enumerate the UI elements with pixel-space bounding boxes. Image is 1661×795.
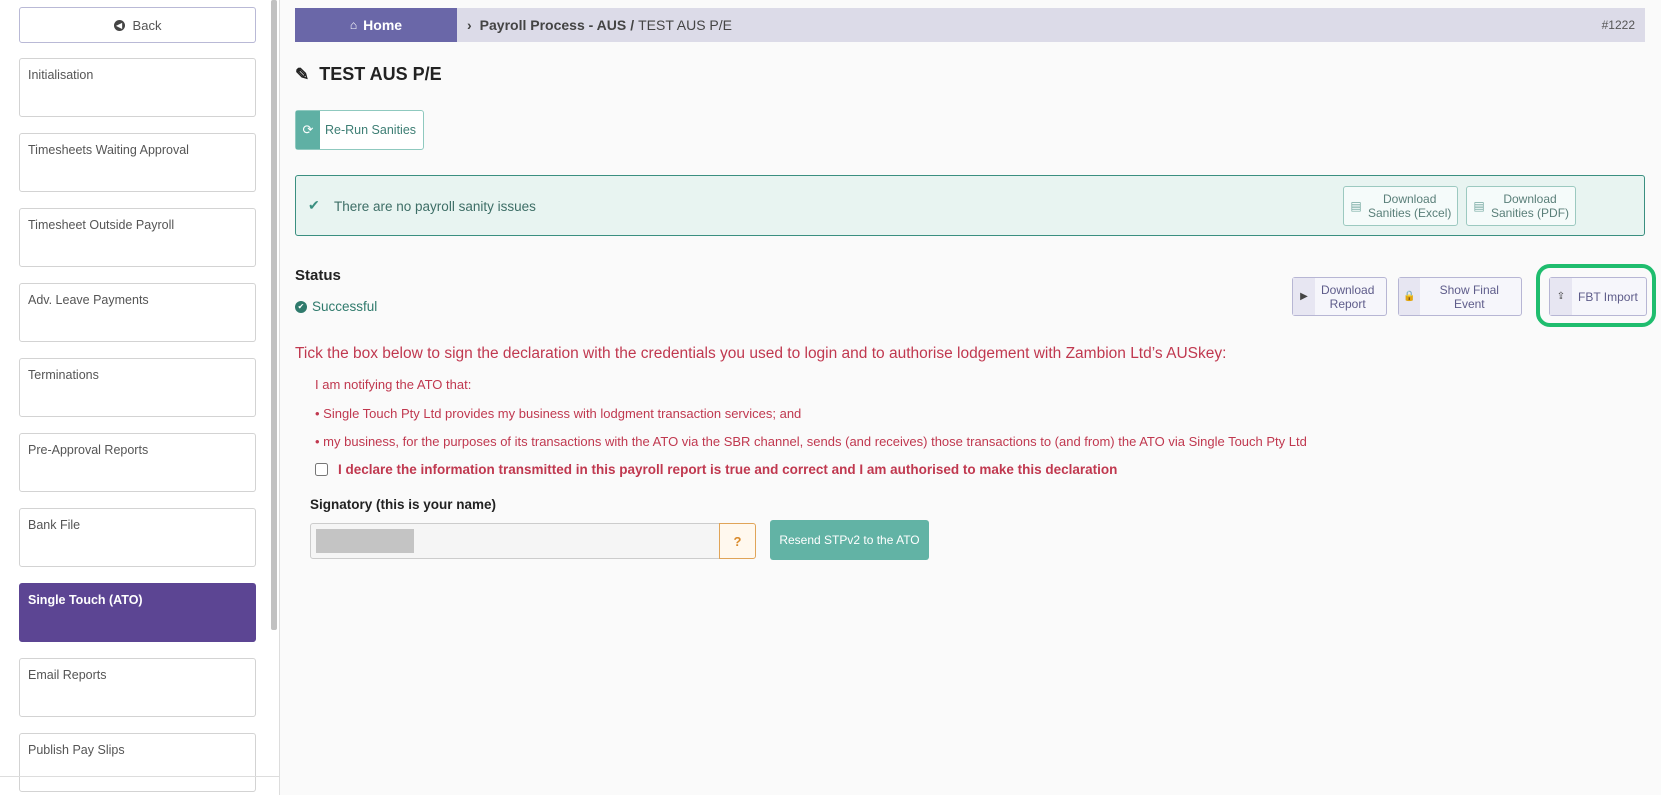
sidebar-item-label: Timesheet Outside Payroll — [28, 218, 175, 232]
breadcrumb-current: TEST AUS P/E — [638, 17, 732, 33]
sidebar-item-label: Adv. Leave Payments — [28, 293, 149, 307]
sidebar-item-timesheets-waiting-approval[interactable]: Timesheets Waiting Approval — [19, 133, 256, 192]
home-icon: ⌂ — [349, 18, 358, 32]
status-text: Successful — [312, 299, 378, 314]
sidebar-item-initialisation[interactable]: Initialisation — [19, 58, 256, 117]
home-label: Home — [363, 17, 403, 33]
sidebar-item-label: Bank File — [28, 518, 81, 532]
declaration-line-3: • my business, for the purposes of its t… — [315, 434, 1307, 449]
sanity-message: There are no payroll sanity issues — [334, 199, 536, 214]
pdf-line2: Sanities (PDF) — [1491, 206, 1570, 220]
show-final-event-button[interactable]: 🔒 Show Final Event — [1398, 277, 1522, 316]
declaration-line-1: I am notifying the ATO that: — [315, 377, 472, 392]
declaration-checkbox[interactable] — [315, 463, 328, 476]
download-report-button[interactable]: ▶ Download Report — [1292, 277, 1387, 316]
signatory-input[interactable] — [310, 523, 720, 559]
sidebar-item-bank-file[interactable]: Bank File — [19, 508, 256, 567]
breadcrumb: ⌂ Home › Payroll Process - AUS / TEST AU… — [295, 8, 1645, 42]
show-final-event-label: Show Final Event — [1439, 282, 1499, 311]
sidebar-item-timesheet-outside-payroll[interactable]: Timesheet Outside Payroll — [19, 208, 256, 267]
declaration-heading: Tick the box below to sign the declarati… — [295, 345, 1227, 362]
download-report-line1: Download — [1321, 282, 1375, 297]
status-value: ✔ Successful — [295, 299, 377, 314]
download-report-label: Download Report — [1315, 283, 1382, 311]
pdf-file-icon: ▤ — [1473, 199, 1485, 213]
sidebar-item-pre-approval-reports[interactable]: Pre-Approval Reports — [19, 433, 256, 492]
pdf-line1: Download — [1503, 192, 1557, 206]
download-report-line2: Report — [1329, 296, 1366, 311]
sidebar-item-label: Timesheets Waiting Approval — [28, 143, 189, 157]
sidebar-scrollbar[interactable] — [271, 0, 277, 630]
download-sanities-excel-button[interactable]: ▤ Download Sanities (Excel) — [1343, 186, 1459, 226]
status-heading: Status — [295, 267, 341, 284]
sidebar-item-email-reports[interactable]: Email Reports — [19, 658, 256, 717]
sidebar-item-single-touch-ato[interactable]: Single Touch (ATO) — [19, 583, 256, 642]
download-sanities-pdf-button[interactable]: ▤ Download Sanities (PDF) — [1466, 186, 1577, 226]
sidebar-item-label: Email Reports — [28, 668, 107, 682]
declaration-line-2: • Single Touch Pty Ltd provides my busin… — [315, 406, 802, 421]
play-icon: ▶ — [1293, 278, 1315, 315]
sidebar-item-label: Single Touch (ATO) — [28, 593, 143, 607]
excel-line2: Sanities (Excel) — [1368, 206, 1452, 220]
sidebar-item-label: Initialisation — [28, 68, 94, 82]
excel-file-icon: ▤ — [1350, 199, 1362, 213]
left-sidebar: ◀ Back Initialisation Timesheets Waiting… — [0, 0, 280, 795]
page-title: ✎ TEST AUS P/E — [295, 64, 442, 85]
back-button[interactable]: ◀ Back — [19, 7, 256, 43]
declaration-checkbox-row[interactable]: I declare the information transmitted in… — [315, 462, 1117, 477]
pencil-icon: ✎ — [295, 64, 310, 84]
sidebar-item-terminations[interactable]: Terminations — [19, 358, 256, 417]
rerun-sanities-label: Re-Run Sanities — [325, 123, 417, 137]
back-label: Back — [132, 17, 162, 33]
sidebar-item-publish-pay-slips[interactable]: Publish Pay Slips — [19, 733, 256, 792]
download-sanities-excel-label: Download Sanities (Excel) — [1368, 192, 1457, 220]
lock-icon: 🔒 — [1399, 278, 1420, 315]
signatory-label: Signatory (this is your name) — [310, 497, 497, 512]
breadcrumb-parent[interactable]: Payroll Process - AUS — [480, 17, 627, 33]
sidebar-item-label: Pre-Approval Reports — [28, 443, 149, 457]
redacted-name — [316, 529, 414, 553]
sidebar-divider — [0, 776, 280, 777]
sidebar-item-label: Publish Pay Slips — [28, 743, 125, 757]
chevron-right-icon: › — [467, 17, 472, 33]
excel-line1: Download — [1383, 192, 1437, 206]
home-button[interactable]: ⌂ Home — [295, 8, 457, 42]
record-id: #1222 — [1601, 18, 1635, 32]
main-content: ⌂ Home › Payroll Process - AUS / TEST AU… — [295, 0, 1661, 795]
check-circle-icon: ✔ — [295, 300, 307, 313]
page-title-text: TEST AUS P/E — [319, 64, 442, 84]
download-sanities-pdf-label: Download Sanities (PDF) — [1491, 192, 1575, 220]
refresh-icon: ⟳ — [296, 111, 320, 149]
highlight-ring — [1536, 264, 1656, 327]
sidebar-item-adv-leave-payments[interactable]: Adv. Leave Payments — [19, 283, 256, 342]
sanity-alert: ✔ There are no payroll sanity issues ▤ D… — [295, 175, 1645, 236]
check-icon: ✔ — [308, 197, 320, 213]
arrow-left-circle-icon: ◀ — [113, 19, 125, 31]
signatory-help-button[interactable]: ? — [719, 523, 756, 559]
breadcrumb-path: › Payroll Process - AUS / TEST AUS P/E — [467, 8, 732, 42]
breadcrumb-separator: / — [630, 17, 635, 33]
rerun-sanities-button[interactable]: ⟳ Re-Run Sanities — [295, 110, 425, 150]
resend-stp-button[interactable]: Resend STPv2 to the ATO — [770, 520, 929, 560]
sidebar-item-label: Terminations — [28, 368, 99, 382]
declaration-checkbox-label: I declare the information transmitted in… — [338, 462, 1118, 477]
